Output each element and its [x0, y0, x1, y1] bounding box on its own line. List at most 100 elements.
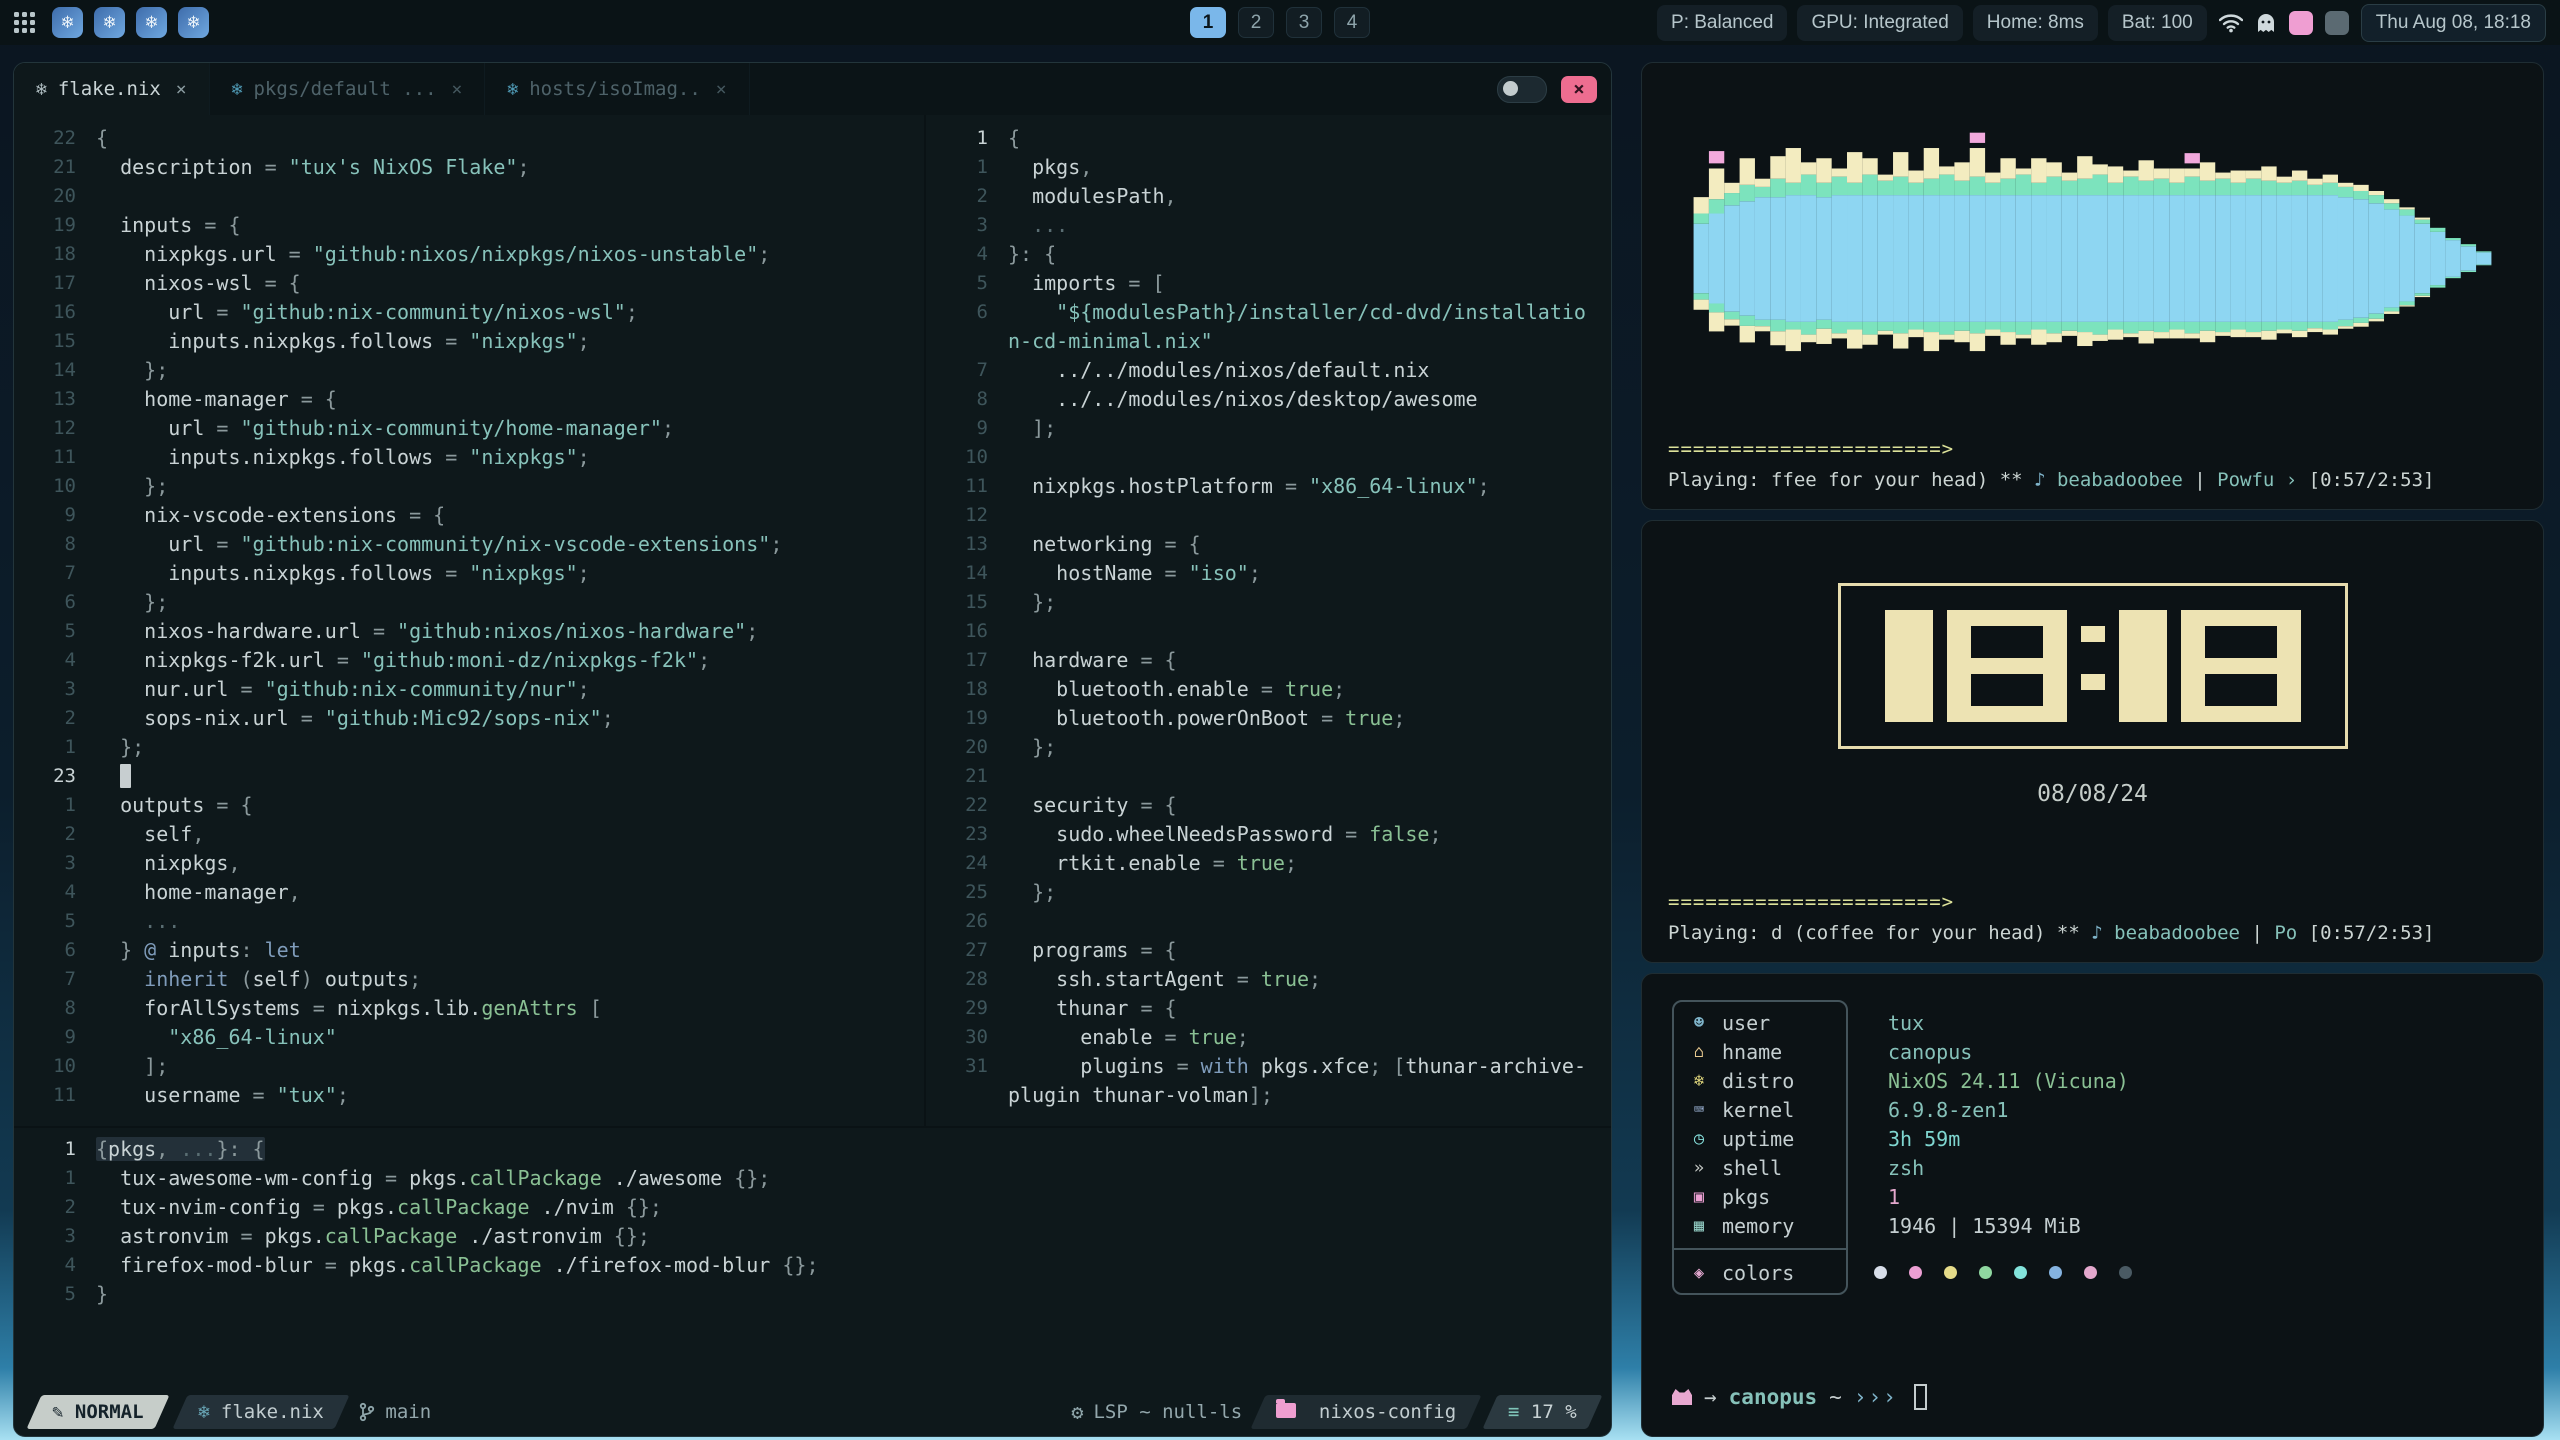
code-line[interactable]: 1 outputs = {	[14, 790, 924, 819]
code-line[interactable]: 4 home-manager,	[14, 877, 924, 906]
tray-icon-gray[interactable]	[2325, 11, 2349, 35]
code-line[interactable]: 7 ../../modules/nixos/default.nix	[926, 355, 1611, 384]
ghost-icon[interactable]	[2255, 12, 2277, 34]
code-line[interactable]: 8 ../../modules/nixos/desktop/awesome	[926, 384, 1611, 413]
workspace-button-3[interactable]: 3	[1286, 7, 1322, 38]
code-line[interactable]: 16	[926, 616, 1611, 645]
code-line[interactable]: 7 inherit (self) outputs;	[14, 964, 924, 993]
status-pill[interactable]: P: Balanced	[1657, 5, 1787, 41]
code-line[interactable]: 3 astronvim = pkgs.callPackage ./astronv…	[14, 1221, 1611, 1250]
code-line[interactable]: 4}: {	[926, 239, 1611, 268]
code-line[interactable]: 2 sops-nix.url = "github:Mic92/sops-nix"…	[14, 703, 924, 732]
code-line[interactable]: 11 username = "tux";	[14, 1080, 924, 1109]
pane-pkgs-default[interactable]: 1{pkgs, ...}: {1 tux-awesome-wm-config =…	[14, 1128, 1611, 1392]
nix-app-icon[interactable]: ❄	[178, 7, 209, 38]
code-line[interactable]: 14 };	[14, 355, 924, 384]
tab-close-icon[interactable]: ×	[176, 79, 187, 100]
tab-close-icon[interactable]: ×	[452, 79, 463, 100]
code-line[interactable]: 2 modulesPath,	[926, 181, 1611, 210]
code-line[interactable]: 14 hostName = "iso";	[926, 558, 1611, 587]
code-line[interactable]: 1 };	[14, 732, 924, 761]
code-line[interactable]: 22{	[14, 123, 924, 152]
status-pill[interactable]: GPU: Integrated	[1797, 5, 1962, 41]
editor-tab[interactable]: ❄flake.nix×	[14, 63, 210, 115]
code-line[interactable]: 2 self,	[14, 819, 924, 848]
code-line[interactable]: 27 programs = {	[926, 935, 1611, 964]
pin-toggle[interactable]	[1497, 76, 1547, 103]
code-line[interactable]: 17 nixos-wsl = {	[14, 268, 924, 297]
menu-grid-icon[interactable]	[14, 12, 35, 33]
fetch-terminal-window[interactable]: ☻user⌂hname❄distro⌨kernel◷uptime»shell▣p…	[1641, 973, 2544, 1437]
code-line[interactable]: 12 url = "github:nix-community/home-mana…	[14, 413, 924, 442]
code-line[interactable]: 1 tux-awesome-wm-config = pkgs.callPacka…	[14, 1163, 1611, 1192]
code-line[interactable]: 13 networking = {	[926, 529, 1611, 558]
editor-tab[interactable]: ❄pkgs/default ...×	[210, 63, 486, 115]
workspace-button-1[interactable]: 1	[1190, 7, 1226, 38]
code-line[interactable]: 2 tux-nvim-config = pkgs.callPackage ./n…	[14, 1192, 1611, 1221]
code-line[interactable]: 20	[14, 181, 924, 210]
clock-pill[interactable]: Thu Aug 08, 18:18	[2361, 4, 2546, 42]
code-line[interactable]: 29 thunar = {	[926, 993, 1611, 1022]
wifi-icon[interactable]	[2219, 13, 2243, 33]
code-line[interactable]: 21	[926, 761, 1611, 790]
status-pill[interactable]: Home: 8ms	[1973, 5, 2098, 41]
code-line[interactable]: 30 enable = true;	[926, 1022, 1611, 1051]
code-line[interactable]: 3 ...	[926, 210, 1611, 239]
code-line[interactable]: 31 plugins = with pkgs.xfce; [thunar-arc…	[926, 1051, 1611, 1080]
code-line[interactable]: 7 inputs.nixpkgs.follows = "nixpkgs";	[14, 558, 924, 587]
workspace-button-4[interactable]: 4	[1334, 7, 1370, 38]
code-line[interactable]: 5 ...	[14, 906, 924, 935]
code-line[interactable]: 9 ];	[926, 413, 1611, 442]
nix-app-icon[interactable]: ❄	[136, 7, 167, 38]
code-line[interactable]: 6 };	[14, 587, 924, 616]
code-line[interactable]: 16 url = "github:nix-community/nixos-wsl…	[14, 297, 924, 326]
code-line[interactable]: 18 bluetooth.enable = true;	[926, 674, 1611, 703]
code-line[interactable]: 20 };	[926, 732, 1611, 761]
shell-prompt[interactable]: → canopus ~ ›››	[1672, 1384, 2513, 1410]
code-line[interactable]: 1 pkgs,	[926, 152, 1611, 181]
code-line[interactable]: 19 bluetooth.powerOnBoot = true;	[926, 703, 1611, 732]
window-close-button[interactable]: ×	[1561, 76, 1597, 103]
pane-flake-nix[interactable]: 22{21 description = "tux's NixOS Flake";…	[14, 115, 924, 1126]
code-line[interactable]: 11 inputs.nixpkgs.follows = "nixpkgs";	[14, 442, 924, 471]
code-line[interactable]: 10 ];	[14, 1051, 924, 1080]
code-line[interactable]: 24 rtkit.enable = true;	[926, 848, 1611, 877]
editor-tab[interactable]: ❄hosts/isoImag..×	[485, 63, 749, 115]
code-line[interactable]: 5 nixos-hardware.url = "github:nixos/nix…	[14, 616, 924, 645]
code-line[interactable]: 26	[926, 906, 1611, 935]
code-line[interactable]: 15 };	[926, 587, 1611, 616]
code-line[interactable]: 4 nixpkgs-f2k.url = "github:moni-dz/nixp…	[14, 645, 924, 674]
code-line[interactable]: 10	[926, 442, 1611, 471]
code-line[interactable]: 18 nixpkgs.url = "github:nixos/nixpkgs/n…	[14, 239, 924, 268]
tab-close-icon[interactable]: ×	[716, 79, 727, 100]
code-line[interactable]: 6 "${modulesPath}/installer/cd-dvd/insta…	[926, 297, 1611, 326]
code-line[interactable]: 13 home-manager = {	[14, 384, 924, 413]
code-line[interactable]: 11 nixpkgs.hostPlatform = "x86_64-linux"…	[926, 471, 1611, 500]
code-line[interactable]: 10 };	[14, 471, 924, 500]
pane-iso-image[interactable]: 1{1 pkgs,2 modulesPath,3 ...4}: {5 impor…	[926, 115, 1611, 1126]
code-line[interactable]: 9 "x86_64-linux"	[14, 1022, 924, 1051]
code-line[interactable]: 5 imports = [	[926, 268, 1611, 297]
code-line[interactable]: 23	[14, 761, 924, 790]
code-line[interactable]: 19 inputs = {	[14, 210, 924, 239]
code-line[interactable]: 23 sudo.wheelNeedsPassword = false;	[926, 819, 1611, 848]
code-line[interactable]: 28 ssh.startAgent = true;	[926, 964, 1611, 993]
code-line[interactable]: 4 firefox-mod-blur = pkgs.callPackage ./…	[14, 1250, 1611, 1279]
code-line[interactable]: 17 hardware = {	[926, 645, 1611, 674]
code-line[interactable]: 1{	[926, 123, 1611, 152]
code-line[interactable]: 21 description = "tux's NixOS Flake";	[14, 152, 924, 181]
code-line[interactable]: 3 nixpkgs,	[14, 848, 924, 877]
code-line[interactable]: 25 };	[926, 877, 1611, 906]
code-line[interactable]: 3 nur.url = "github:nix-community/nur";	[14, 674, 924, 703]
code-line[interactable]: 8 url = "github:nix-community/nix-vscode…	[14, 529, 924, 558]
code-line[interactable]: 6 } @ inputs: let	[14, 935, 924, 964]
code-line[interactable]: plugin thunar-volman];	[926, 1080, 1611, 1109]
tray-icon-pink[interactable]	[2289, 11, 2313, 35]
status-pill[interactable]: Bat: 100	[2108, 5, 2207, 41]
code-line[interactable]: 9 nix-vscode-extensions = {	[14, 500, 924, 529]
code-line[interactable]: 5}	[14, 1279, 1611, 1308]
code-line[interactable]: 8 forAllSystems = nixpkgs.lib.genAttrs [	[14, 993, 924, 1022]
nix-app-icon[interactable]: ❄	[94, 7, 125, 38]
nix-app-icon[interactable]: ❄	[52, 7, 83, 38]
code-line[interactable]: 22 security = {	[926, 790, 1611, 819]
